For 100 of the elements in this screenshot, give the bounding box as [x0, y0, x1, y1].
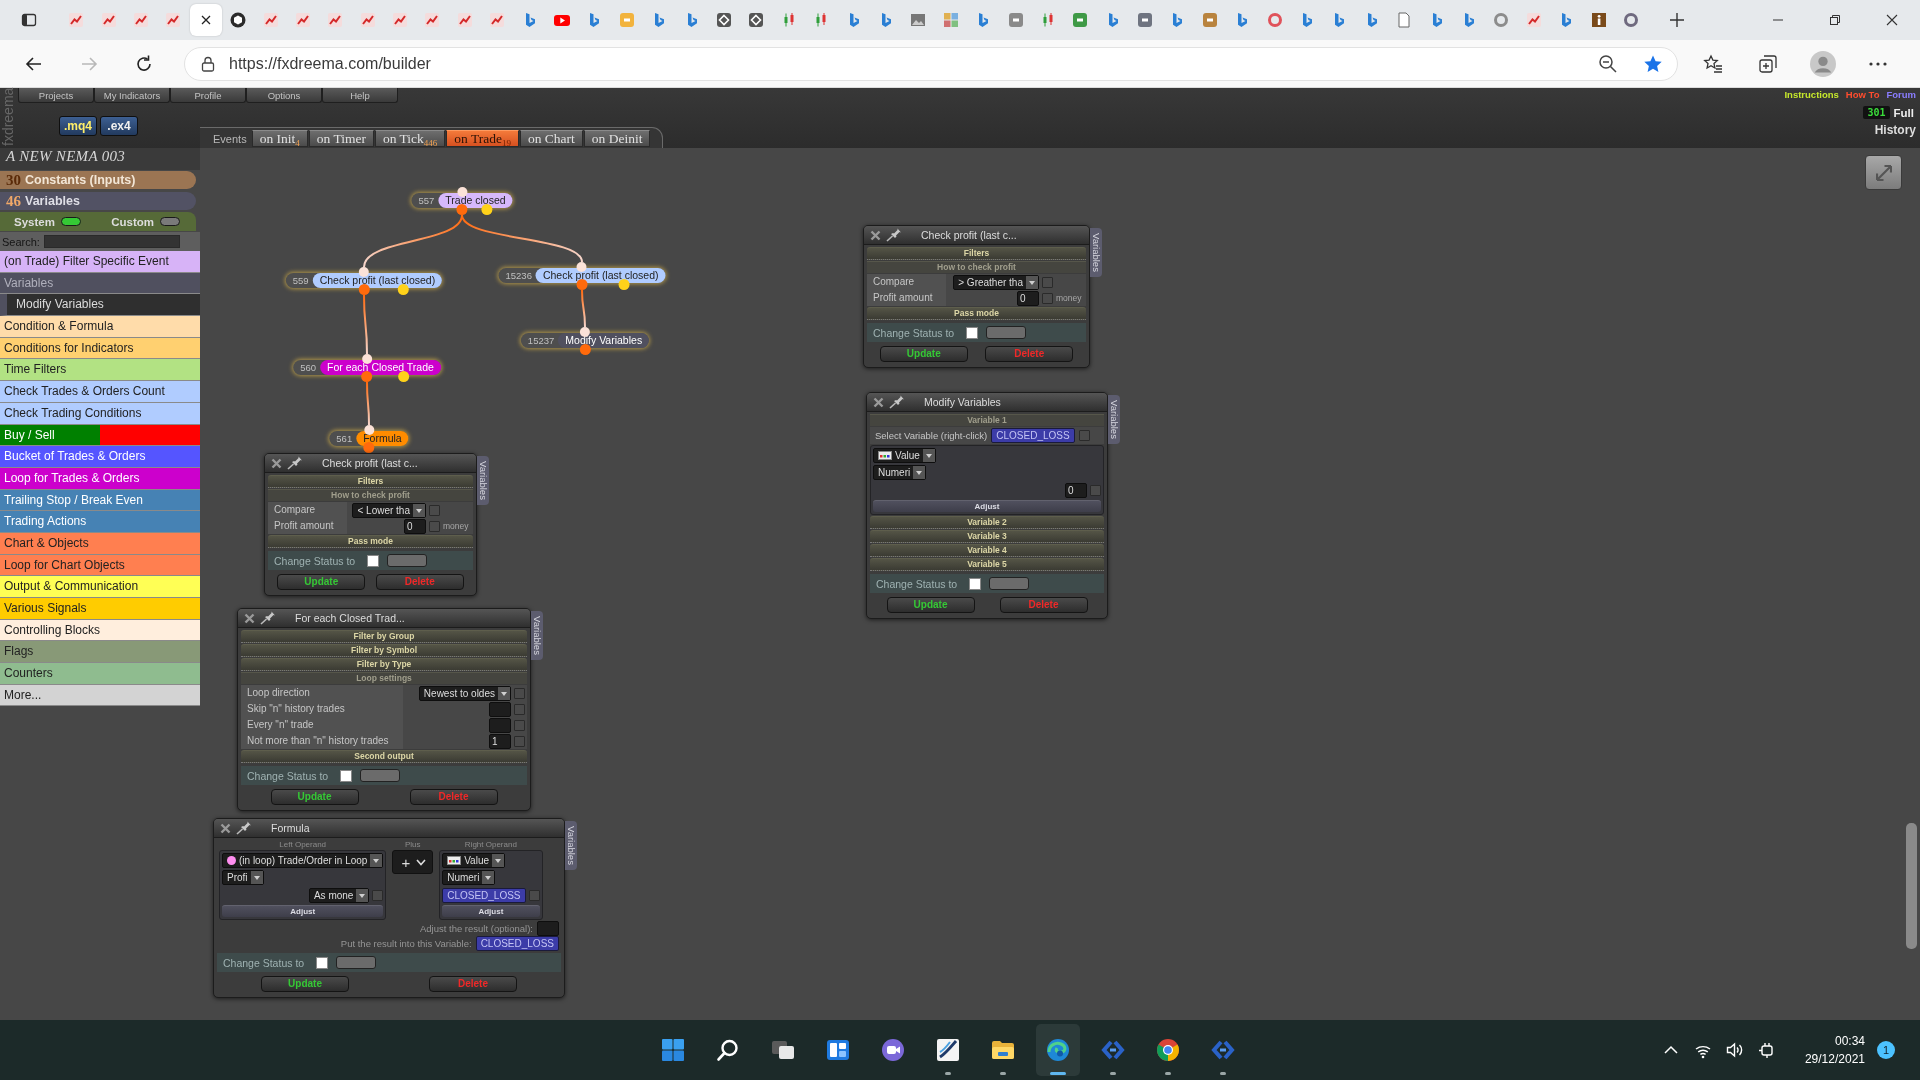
adjust-button[interactable]: Adjust: [222, 905, 384, 917]
tool-button[interactable]: [1865, 155, 1902, 190]
section-header[interactable]: Variable 5: [870, 558, 1104, 571]
output-port-icon[interactable]: [361, 371, 373, 382]
category-item[interactable]: Conditions for Indicators: [0, 337, 200, 360]
event-tab[interactable]: on Trade$_{19}$: [446, 130, 519, 147]
checkbox[interactable]: [514, 703, 525, 715]
constants-bar[interactable]: 30 Constants (Inputs): [0, 171, 196, 189]
category-item[interactable]: Flags: [0, 641, 200, 664]
pin-icon[interactable]: [287, 456, 303, 470]
section-header[interactable]: Second output: [241, 750, 527, 763]
category-item[interactable]: (on Trade) Filter Specific Event: [0, 251, 200, 273]
dropdown[interactable]: (in loop) Trade/Order in Loop: [222, 853, 384, 868]
menu-button[interactable]: Projects: [18, 88, 94, 103]
flow-block[interactable]: 15236 Check profit (last closed): [498, 268, 666, 283]
checkbox[interactable]: [1042, 292, 1053, 304]
adjust-button[interactable]: Adjust: [442, 905, 540, 917]
dropdown[interactable]: Value: [442, 853, 505, 868]
help-link[interactable]: Instructions: [1784, 89, 1839, 100]
update-button[interactable]: Update: [879, 346, 968, 362]
close-icon[interactable]: [870, 229, 881, 241]
input-port-icon[interactable]: [577, 262, 587, 272]
category-item[interactable]: Condition & Formula: [0, 316, 200, 338]
export-button[interactable]: .mq4: [59, 116, 97, 136]
number-field[interactable]: 0: [1017, 290, 1039, 306]
pin-icon[interactable]: [889, 395, 905, 409]
checkbox[interactable]: [372, 890, 384, 901]
event-tab[interactable]: on Chart: [519, 130, 583, 147]
variables-tab[interactable]: Variables: [565, 821, 577, 870]
menu-button[interactable]: My Indicators: [94, 88, 170, 103]
flow-block[interactable]: 561 Formula: [329, 431, 409, 446]
category-item[interactable]: Buy / Sell: [0, 424, 200, 447]
output-port-icon[interactable]: [456, 204, 468, 215]
clock-date[interactable]: 29/12/2021: [1804, 1050, 1865, 1068]
help-link[interactable]: Forum: [1886, 89, 1916, 100]
output-port-icon[interactable]: [358, 284, 370, 295]
dropdown[interactable]: < Lower tha: [352, 502, 426, 518]
status-checkbox[interactable]: [316, 956, 329, 969]
pin-icon[interactable]: [260, 611, 276, 625]
history-button[interactable]: History: [1874, 123, 1916, 137]
input-port-icon[interactable]: [457, 187, 467, 197]
checkbox[interactable]: [1042, 276, 1053, 288]
number-field[interactable]: 0: [404, 518, 426, 534]
section-header[interactable]: Filter by Type: [241, 658, 527, 671]
clock-time[interactable]: 00:34: [1834, 1032, 1865, 1050]
output-port-icon[interactable]: [363, 442, 375, 453]
checkbox[interactable]: [429, 504, 440, 516]
checkbox[interactable]: [528, 890, 540, 901]
category-item[interactable]: Time Filters: [0, 359, 200, 382]
checkbox[interactable]: [1090, 485, 1101, 496]
update-button[interactable]: Update: [886, 597, 975, 613]
status-field[interactable]: [336, 956, 377, 969]
dropdown[interactable]: Numeri: [442, 870, 496, 885]
category-item[interactable]: Chart & Objects: [0, 532, 200, 555]
section-header[interactable]: Filter by Symbol: [241, 644, 527, 657]
toggle-switch[interactable]: [160, 217, 180, 226]
second-output-port-icon[interactable]: [481, 204, 493, 215]
status-checkbox[interactable]: [966, 326, 979, 339]
category-item[interactable]: Modify Variables: [0, 294, 200, 317]
notification-badge[interactable]: 1: [1877, 1041, 1895, 1059]
second-output-port-icon[interactable]: [398, 371, 410, 382]
status-field[interactable]: [387, 554, 428, 567]
variable-chip[interactable]: CLOSED_LOSS: [991, 428, 1075, 443]
close-icon[interactable]: [271, 457, 282, 469]
section-header[interactable]: Filters: [867, 247, 1086, 260]
flow-block[interactable]: 559 Check profit (last closed): [285, 273, 443, 288]
input-port-icon[interactable]: [362, 354, 372, 364]
dropdown[interactable]: As mone: [308, 888, 370, 903]
dropdown[interactable]: Value: [873, 448, 936, 463]
section-header[interactable]: Variable 4: [870, 544, 1104, 557]
category-item[interactable]: Controlling Blocks: [0, 619, 200, 642]
dropdown[interactable]: Numeri: [873, 465, 927, 480]
category-item[interactable]: Bucket of Trades & Orders: [0, 446, 200, 468]
category-item[interactable]: Loop for Trades & Orders: [0, 467, 200, 490]
speaker-icon[interactable]: [1725, 1041, 1744, 1059]
adjust-button[interactable]: Adjust: [873, 500, 1101, 512]
section-header[interactable]: Filter by Group: [241, 630, 527, 643]
plug-icon[interactable]: [1757, 1041, 1776, 1059]
checkbox[interactable]: [514, 687, 525, 699]
status-checkbox[interactable]: [340, 769, 353, 782]
section-header[interactable]: Filters: [268, 475, 473, 488]
category-item[interactable]: Various Signals: [0, 598, 200, 620]
category-item[interactable]: Counters: [0, 663, 200, 685]
flow-block[interactable]: 560 For each Closed Trade: [293, 360, 441, 375]
number-field[interactable]: [489, 717, 511, 733]
pin-icon[interactable]: [236, 821, 252, 835]
search-field[interactable]: [43, 235, 180, 248]
number-field[interactable]: [537, 920, 559, 936]
dropdown[interactable]: Newest to oldes: [418, 685, 511, 701]
menu-button[interactable]: Help: [322, 88, 398, 103]
variables-bar[interactable]: 46 Variables: [0, 192, 196, 210]
update-button[interactable]: Update: [277, 574, 366, 590]
section-header[interactable]: Variable 2: [870, 516, 1104, 529]
second-output-port-icon[interactable]: [618, 279, 630, 290]
flow-block[interactable]: 15237 Modify Variables: [520, 333, 650, 348]
category-item[interactable]: Trailing Stop / Break Even: [0, 489, 200, 512]
second-output-port-icon[interactable]: [397, 284, 409, 295]
status-checkbox[interactable]: [367, 554, 380, 567]
dropdown[interactable]: > Greather tha: [953, 274, 1039, 290]
variables-tab[interactable]: Variables: [1108, 395, 1120, 444]
